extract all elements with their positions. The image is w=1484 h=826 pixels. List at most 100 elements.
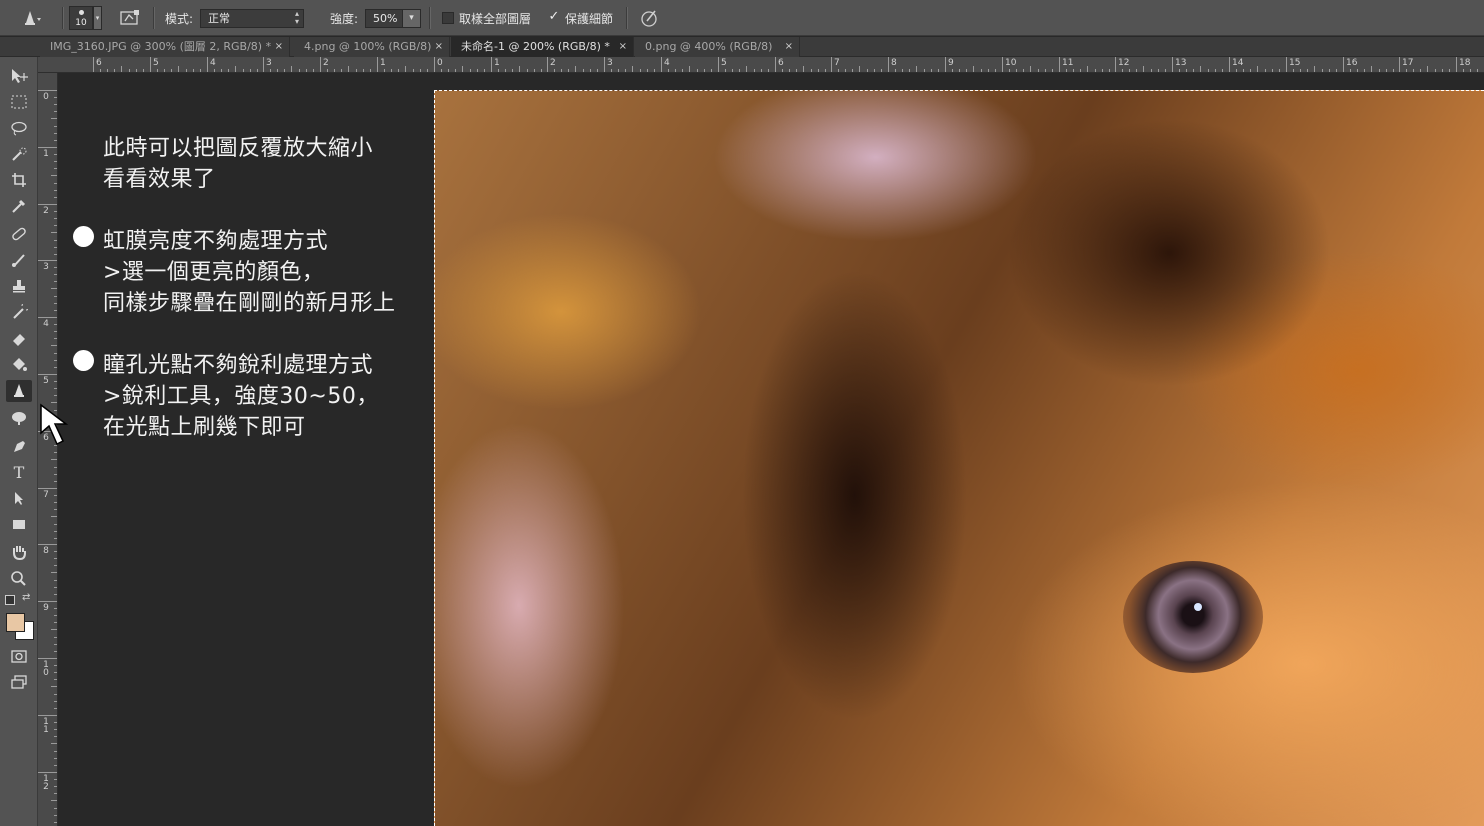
ruler-subtick [1250,69,1251,72]
close-tab-icon[interactable]: × [435,37,443,57]
options-bar: 10 ▾ 模式: 正常 ▴ ▾ 強度: 50% ▾ 取樣全部圖層 ✓ 保護細節 [0,0,1484,36]
hand-tool-icon[interactable] [6,541,32,563]
screen-mode-icon[interactable] [6,671,32,693]
ruler-subtick [959,69,960,72]
healing-brush-tool-icon[interactable] [6,223,32,245]
ruler-subtick [1052,69,1053,72]
ruler-tick [1399,57,1400,72]
move-tool-icon[interactable] [6,65,32,87]
protect-detail-box[interactable]: ✓ [548,10,560,24]
ruler-subtick [51,686,57,687]
burn-tool-icon[interactable] [6,407,32,429]
ruler-label: 11 [43,717,49,735]
ruler-subtick [54,267,57,268]
mode-select-value: 正常 [208,12,230,25]
ruler-subtick [618,69,619,72]
ruler-subtick [554,69,555,72]
ruler-label: 7 [834,58,840,68]
ruler-tick [38,90,57,91]
ruler-subtick [100,69,101,72]
ruler-subtick [164,69,165,72]
eraser-tool-icon[interactable] [6,327,32,349]
sample-all-layers-checkbox[interactable]: 取樣全部圖層 [442,0,531,36]
ruler-subtick [54,815,57,816]
ruler-subtick [284,69,285,72]
ruler-subtick [796,69,797,72]
ruler-label: 6 [96,58,102,68]
close-tab-icon[interactable]: × [785,37,793,57]
mode-select[interactable]: 正常 ▴ ▾ [200,9,304,28]
ruler-subtick [54,324,57,325]
ruler-subtick [277,69,278,72]
document-canvas[interactable]: 此時可以把圖反覆放大縮小 看看效果了 虹膜亮度不夠處理方式 >選一個更亮的顏色，… [58,73,1484,826]
marquee-tool-icon[interactable] [6,91,32,113]
sample-all-layers-box[interactable] [442,12,454,24]
ruler-subtick [54,190,57,191]
tab-img-3160[interactable]: IMG_3160.JPG @ 300% (圖層 2, RGB/8) * × [40,37,290,57]
ruler-subtick [697,69,698,72]
ruler-subtick [1208,69,1209,72]
vertical-ruler[interactable]: 0123456789101112 [38,73,58,826]
ruler-subtick [51,629,57,630]
brush-tool-icon[interactable] [6,249,32,271]
lasso-tool-icon[interactable] [6,117,32,139]
ruler-tick [38,147,57,148]
close-tab-icon[interactable]: × [275,37,283,57]
ruler-subtick [129,69,130,72]
ruler-tick [377,57,378,72]
ruler-subtick [54,353,57,354]
eyedropper-tool-icon[interactable] [6,195,32,217]
tab-4-png[interactable]: 4.png @ 100% (RGB/8) × [294,37,450,57]
sharpen-tool-preset-icon[interactable] [20,0,42,36]
ruler-subtick [107,69,108,72]
history-brush-tool-icon[interactable] [6,301,32,323]
doll-photo[interactable] [434,90,1484,826]
ruler-label: 5 [721,58,727,68]
brush-size-picker[interactable]: 10 ▾ [69,0,102,36]
swap-colors-icon[interactable]: ⇄ [22,592,30,603]
ruler-tick [38,658,57,659]
crop-tool-icon[interactable] [6,169,32,191]
horizontal-ruler[interactable]: 6 5 4 3 2 1 0 1 2 3 4 5 6 7 8 9 10 11 12 13 14 15 16 17 18 [38,57,1484,73]
strength-input[interactable]: 50% [365,9,403,28]
ruler-subtick [54,240,57,241]
ruler-tick [1286,57,1287,72]
ruler-subtick [54,104,57,105]
pressure-pen-icon[interactable] [639,0,659,36]
clone-stamp-tool-icon[interactable] [6,275,32,297]
ruler-subtick [235,66,236,72]
ruler-subtick [243,69,244,72]
ruler-subtick [448,69,449,72]
type-tool-icon[interactable]: T [6,461,32,483]
sharpen-tool-icon[interactable] [6,380,32,402]
tab-0-png[interactable]: 0.png @ 400% (RGB/8) × [635,37,800,57]
ruler-tick [38,317,57,318]
ruler-subtick [859,66,860,72]
zoom-tool-icon[interactable] [6,567,32,589]
ruler-subtick [54,211,57,212]
ruler-subtick [313,69,314,72]
ruler-subtick [178,66,179,72]
path-selection-tool-icon[interactable] [6,487,32,509]
tab-untitled-1[interactable]: 未命名-1 @ 200% (RGB/8) * × [451,37,634,57]
strength-slider-button[interactable]: ▾ [402,9,421,28]
brush-panel-toggle-icon[interactable] [118,0,142,36]
ruler-subtick [54,481,57,482]
paint-bucket-tool-icon[interactable] [6,353,32,375]
pen-tool-icon[interactable] [6,435,32,457]
quick-mask-icon[interactable] [6,645,32,667]
ruler-subtick [1300,69,1301,72]
tools-panel: ▸▸ T ⇄ [0,37,38,826]
ruler-tick [93,57,94,72]
ruler-subtick [257,69,258,72]
foreground-color-swatch[interactable] [6,613,25,632]
close-tab-icon[interactable]: × [619,37,627,57]
protect-detail-checkbox[interactable]: ✓ 保護細節 [548,0,613,36]
ruler-subtick [51,516,57,517]
brush-size-dropdown-button[interactable]: ▾ [93,6,102,30]
ruler-subtick [54,197,57,198]
ruler-subtick [625,69,626,72]
rectangle-tool-icon[interactable] [6,513,32,535]
quick-selection-tool-icon[interactable] [6,143,32,165]
default-colors-icon[interactable] [5,595,15,605]
